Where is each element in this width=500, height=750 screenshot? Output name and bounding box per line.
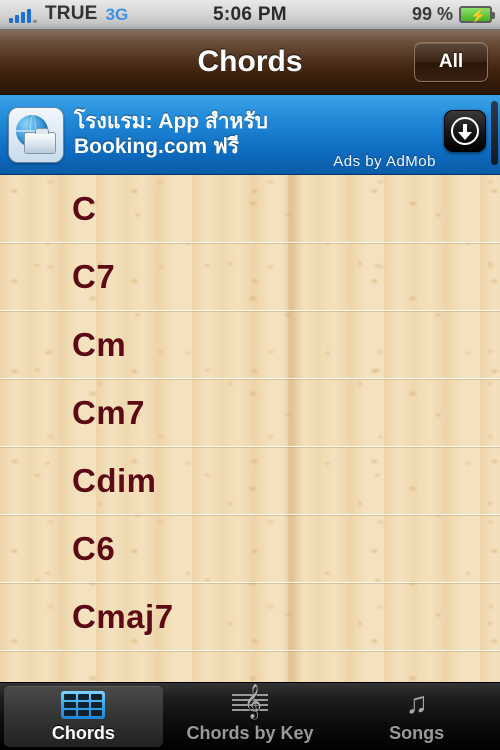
tab-songs[interactable]: ♫ Songs — [333, 683, 500, 750]
chord-name-label: Cm7 — [72, 393, 146, 431]
tab-icon-wrap: 𝄞 — [228, 687, 272, 719]
tab-label: Chords by Key — [186, 723, 314, 743]
tab-chords[interactable]: Chords — [0, 683, 167, 750]
table-row[interactable]: C6 — [0, 515, 500, 583]
ad-text-block: โรงแรม: App สำหรับ Booking.com ฟรี — [74, 110, 500, 160]
admob-ad-banner[interactable]: โรงแรม: App สำหรับ Booking.com ฟรี Ads b… — [0, 95, 500, 175]
table-row[interactable]: Cdim — [0, 447, 500, 515]
tab-chords-by-key[interactable]: 𝄞 Chords by Key — [167, 683, 334, 750]
table-row[interactable]: C7 — [0, 243, 500, 311]
chord-name-label: Cdim — [72, 461, 157, 499]
status-bar: TRUE 3G 5:06 PM 99 % ⚡ — [0, 0, 500, 30]
tab-label: Songs — [389, 723, 445, 743]
tab-icon-wrap — [61, 689, 106, 719]
suitcase-icon — [24, 127, 56, 154]
ad-headline-line1: โรงแรม: App สำหรับ — [74, 109, 269, 133]
ad-download-button[interactable] — [444, 110, 486, 152]
tab-bar: Chords 𝄞 Chords by Key ♫ Songs — [0, 682, 500, 750]
navigation-bar: Chords All — [0, 30, 500, 95]
ad-headline-line2: Booking.com ฟรี — [74, 134, 239, 158]
globe-suitcase-icon — [8, 106, 64, 163]
all-button[interactable]: All — [414, 42, 488, 82]
table-row[interactable]: Cm — [0, 311, 500, 379]
chord-name-label: C7 — [72, 257, 116, 295]
tab-label: Chords — [51, 723, 115, 743]
music-staff-icon: 𝄞 — [228, 687, 272, 719]
ad-scrollbar[interactable] — [491, 101, 498, 165]
page-title: Chords — [197, 45, 303, 78]
tab-icon-wrap: ♫ — [405, 689, 428, 719]
music-note-icon: ♫ — [405, 687, 428, 720]
table-row[interactable]: Cm7 — [0, 379, 500, 447]
chord-name-label: C6 — [72, 529, 116, 567]
ad-attribution-label: Ads by AdMob — [333, 153, 436, 170]
battery-charging-icon: ⚡ — [459, 6, 495, 23]
lightning-bolt-glyph: ⚡ — [470, 8, 487, 23]
chord-name-label: C — [72, 189, 97, 227]
table-row[interactable]: Cmaj7 — [0, 583, 500, 651]
chord-list[interactable]: C C7 Cm Cm7 Cdim C6 Cmaj7 — [0, 175, 500, 682]
table-row[interactable]: C — [0, 175, 500, 243]
chord-grid-icon — [61, 691, 106, 719]
download-circle-icon — [451, 117, 479, 145]
chord-name-label: Cmaj7 — [72, 597, 174, 635]
chord-name-label: Cm — [72, 325, 127, 363]
clock-label: 5:06 PM — [213, 3, 287, 25]
app-root: TRUE 3G 5:06 PM 99 % ⚡ Chords All โรงแรม… — [0, 0, 500, 750]
